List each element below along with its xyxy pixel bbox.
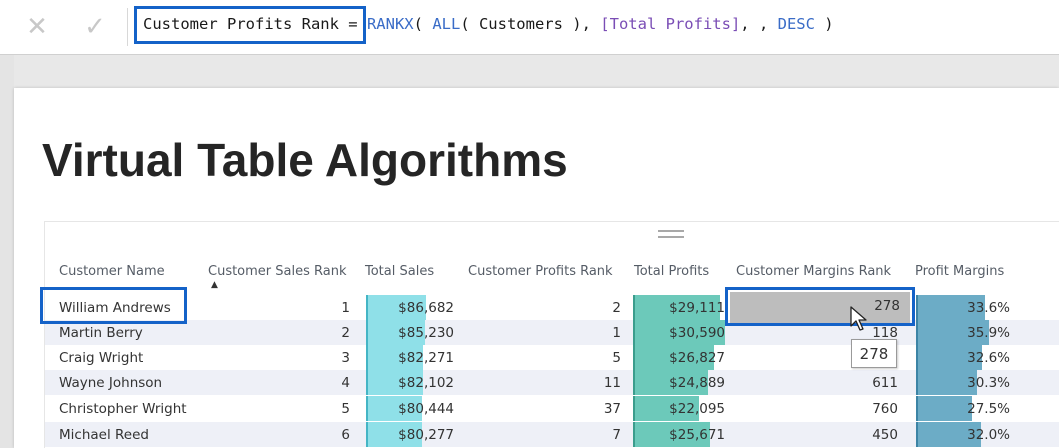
formula-bar-divider [127, 8, 128, 46]
cell-profit-margins[interactable]: 32.0% [916, 427, 1010, 443]
cell-profit-margins[interactable]: 30.3% [916, 375, 1010, 391]
column-header-profits-rank[interactable]: Customer Profits Rank [468, 264, 613, 279]
cell-total-profits[interactable]: $24,889 [633, 375, 725, 391]
cell-margins-rank[interactable]: 760 [736, 401, 898, 417]
cell-total-sales[interactable]: $82,271 [366, 350, 454, 366]
table-row[interactable]: Craig Wright 3 $82,271 5 $26,827 32.6% [45, 345, 1059, 370]
table-row[interactable]: Christopher Wright 5 $80,444 37 $22,095 760 27… [45, 396, 1059, 421]
customer-name-highlight-box [40, 287, 187, 324]
cell-total-sales[interactable]: $86,682 [366, 300, 454, 316]
close-x-icon[interactable]: ✕ [12, 8, 62, 46]
cell-profits-rank[interactable]: 11 [468, 375, 621, 391]
keyword-desc: DESC [777, 15, 815, 33]
cell-profits-rank[interactable]: 5 [468, 350, 621, 366]
cell-profits-rank[interactable]: 7 [468, 427, 621, 443]
cell-sales-rank[interactable]: 3 [208, 350, 350, 366]
mouse-pointer-icon [850, 306, 867, 331]
cell-margins-rank[interactable]: 611 [736, 375, 898, 391]
formula-all-arg: ( Customers ), [460, 15, 601, 33]
column-header-total-sales[interactable]: Total Sales [365, 264, 434, 279]
cell-total-sales[interactable]: $85,230 [366, 325, 454, 341]
cell-profit-margins[interactable]: 27.5% [916, 401, 1010, 417]
formula-bar: ✕ ✓ Customer Profits Rank = RANKX( ALL( … [0, 0, 1059, 55]
measure-ref-total-profits: [Total Profits] [600, 15, 741, 33]
column-header-total-profits[interactable]: Total Profits [634, 264, 709, 279]
cell-sales-rank[interactable]: 1 [208, 300, 350, 316]
formula-comma-gap: , , [740, 15, 778, 33]
cell-margins-rank[interactable]: 450 [736, 427, 898, 443]
cell-sales-rank[interactable]: 4 [208, 375, 350, 391]
cell-total-sales[interactable]: $80,444 [366, 401, 454, 417]
column-header-customer-name[interactable]: Customer Name [59, 264, 165, 279]
cell-sales-rank[interactable]: 2 [208, 325, 350, 341]
cell-profits-rank[interactable]: 37 [468, 401, 621, 417]
table-row[interactable]: Michael Reed 6 $80,277 7 $25,671 450 32.0% [45, 422, 1059, 447]
cell-customer-name[interactable]: Michael Reed [59, 427, 149, 443]
fn-rankx: RANKX [366, 15, 414, 33]
measure-name-highlight-box [134, 6, 366, 44]
sort-ascending-icon: ▲ [211, 280, 218, 290]
page-title: Virtual Table Algorithms [42, 134, 568, 186]
table-row[interactable]: Wayne Johnson 4 $82,102 11 $24,889 611 30.3% [45, 370, 1059, 395]
tooltip: 278 [851, 339, 897, 368]
cell-profit-margins[interactable]: 35.9% [916, 325, 1010, 341]
cell-customer-name[interactable]: Craig Wright [59, 350, 143, 366]
cell-total-profits[interactable]: $29,111 [633, 300, 725, 316]
cell-total-profits[interactable]: $26,827 [633, 350, 725, 366]
formula-paren-open: ( [413, 15, 433, 33]
cell-total-sales[interactable]: $82,102 [366, 375, 454, 391]
cell-total-profits[interactable]: $22,095 [633, 401, 725, 417]
cell-sales-rank[interactable]: 6 [208, 427, 350, 443]
cell-sales-rank[interactable]: 5 [208, 401, 350, 417]
cell-profits-rank[interactable]: 2 [468, 300, 621, 316]
cell-profit-margins[interactable]: 33.6% [916, 300, 1010, 316]
cell-profit-margins[interactable]: 32.6% [916, 350, 1010, 366]
fn-all: ALL [432, 15, 461, 33]
cell-customer-name[interactable]: Wayne Johnson [59, 375, 162, 391]
column-header-sales-rank[interactable]: Customer Sales Rank [208, 264, 347, 279]
checkmark-icon[interactable]: ✓ [70, 8, 120, 46]
column-header-margins-rank[interactable]: Customer Margins Rank [736, 264, 891, 279]
margins-rank-highlight-box [725, 287, 915, 326]
canvas-margin [0, 55, 14, 448]
cell-profits-rank[interactable]: 1 [468, 325, 621, 341]
column-header-profit-margins[interactable]: Profit Margins [915, 264, 1004, 279]
cell-total-profits[interactable]: $30,590 [633, 325, 725, 341]
cell-total-sales[interactable]: $80,277 [366, 427, 454, 443]
visual-drag-handle-icon[interactable] [658, 230, 684, 238]
formula-close: ) [814, 15, 834, 33]
tooltip-value: 278 [859, 344, 889, 363]
cell-customer-name[interactable]: Christopher Wright [59, 401, 187, 417]
cell-total-profits[interactable]: $25,671 [633, 427, 725, 443]
cell-customer-name[interactable]: Martin Berry [59, 325, 143, 341]
